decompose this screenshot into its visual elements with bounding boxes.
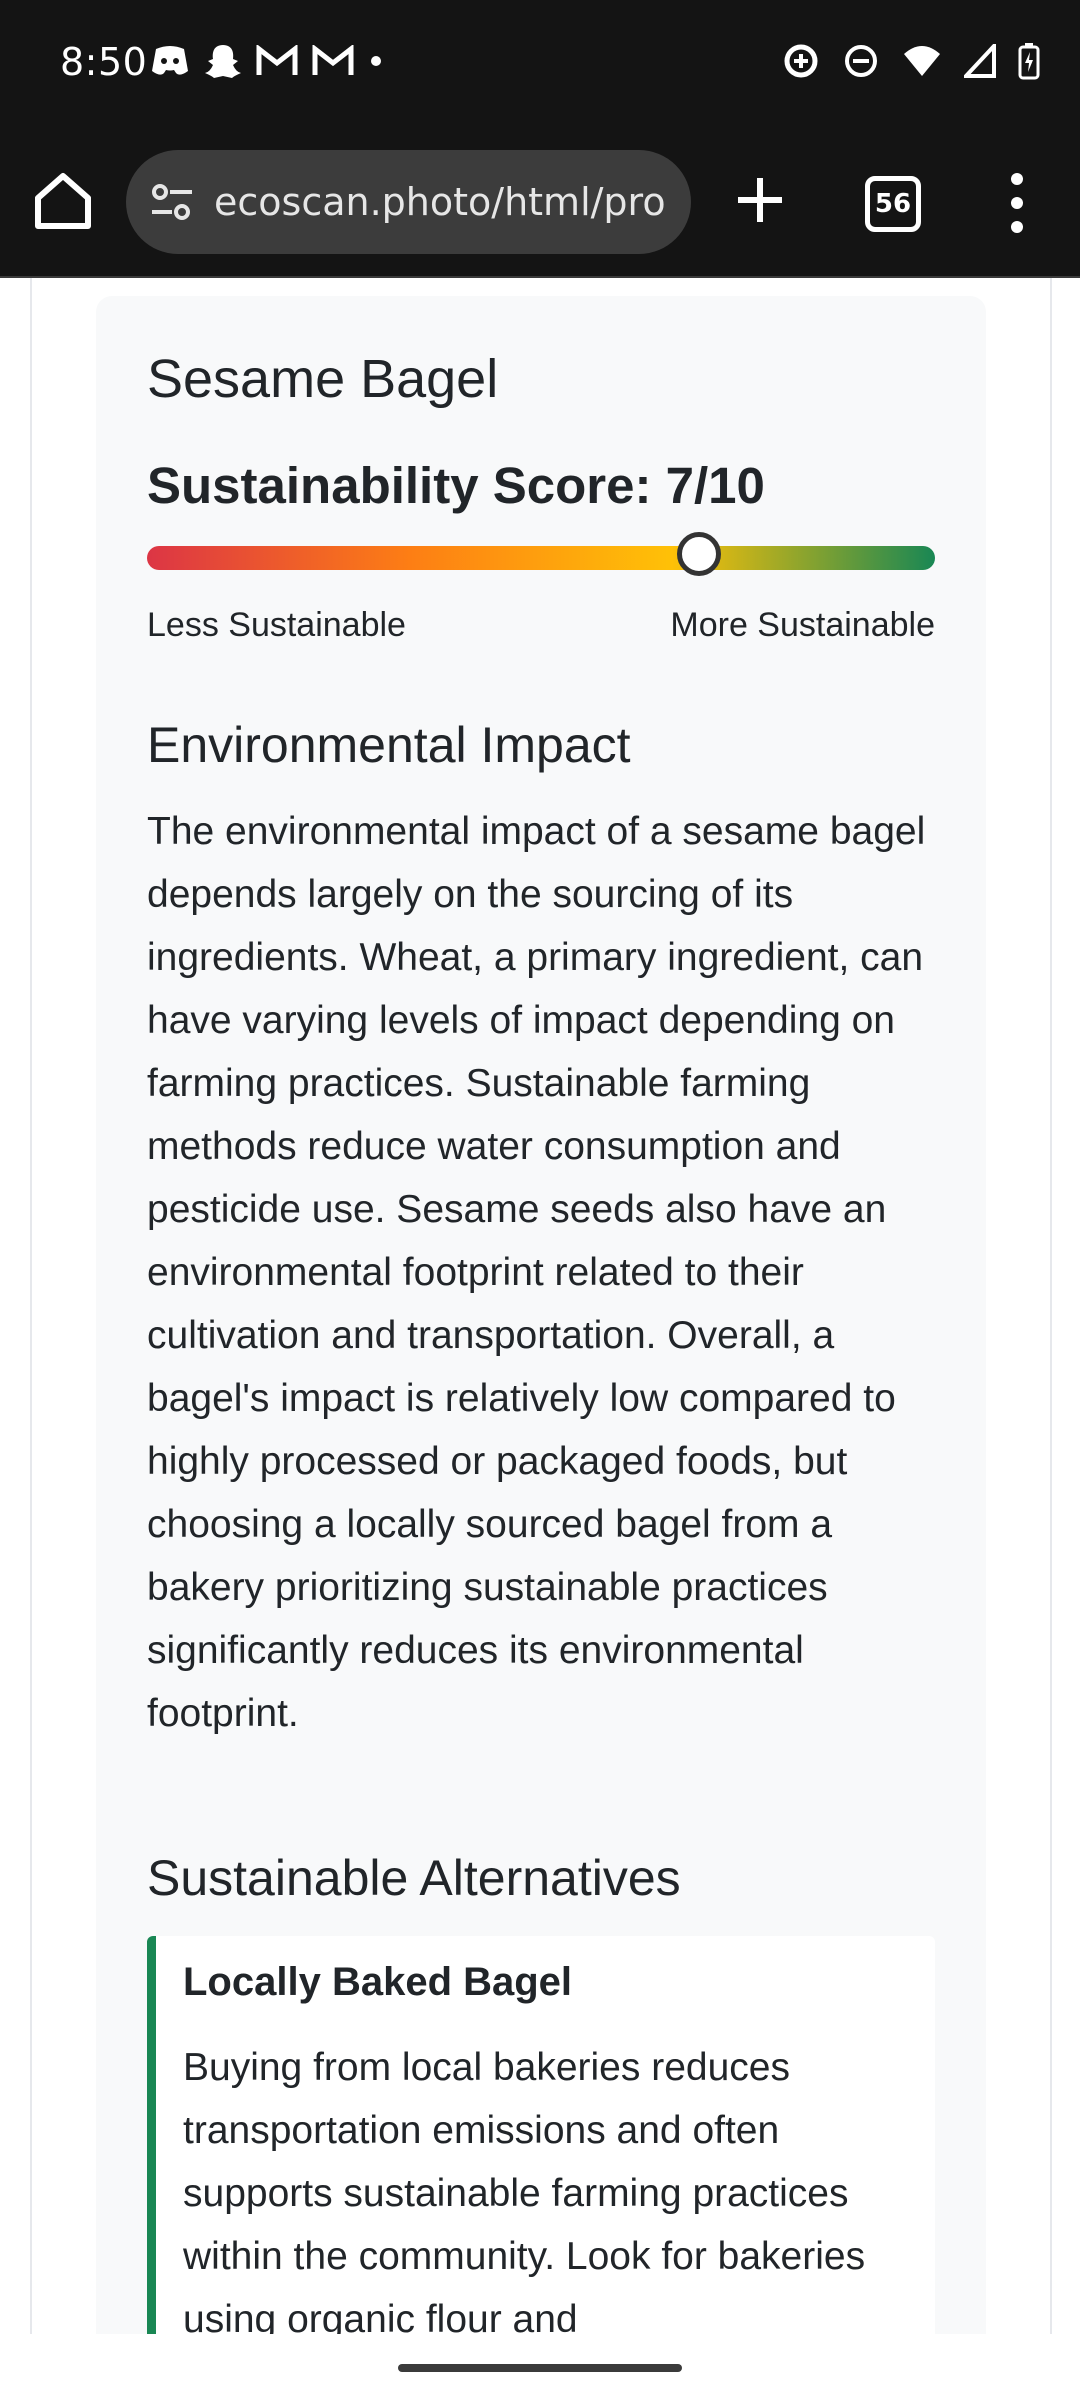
system-icons <box>782 42 1040 80</box>
wifi-icon <box>904 46 940 76</box>
more-vert-icon[interactable] <box>1010 170 1024 236</box>
do-not-disturb-icon <box>845 45 877 77</box>
plus-icon[interactable] <box>730 170 790 230</box>
product-card: Sesame Bagel Sustainability Score: 7/10 … <box>96 296 986 2334</box>
tabs-icon[interactable]: 56 <box>865 176 921 232</box>
sustainable-alternatives-heading: Sustainable Alternatives <box>147 1850 681 1906</box>
data-saver-icon <box>784 44 818 78</box>
slider-thumb <box>676 532 721 576</box>
container-border-right <box>1050 278 1052 2334</box>
page-content: Sesame Bagel Sustainability Score: 7/10 … <box>0 278 1080 2334</box>
environmental-impact-heading: Environmental Impact <box>147 717 631 773</box>
tab-count: 56 <box>874 189 912 219</box>
browser-toolbar: ecoscan.photo/html/pro 56 <box>0 130 1080 278</box>
container-border-left <box>30 278 32 2334</box>
navigation-bar <box>0 2334 1080 2400</box>
product-name: Sesame Bagel <box>147 349 499 409</box>
home-icon[interactable] <box>30 168 96 234</box>
gesture-handle[interactable] <box>398 2364 682 2372</box>
dot-icon <box>371 56 381 66</box>
alternative-title: Locally Baked Bagel <box>183 1960 573 2004</box>
status-bar: 8:50 <box>0 0 1080 130</box>
alternative-item: Locally Baked Bagel Buying from local ba… <box>147 1936 935 2334</box>
battery-charging-icon <box>1018 43 1040 80</box>
snapchat-icon <box>205 45 241 78</box>
signal-icon <box>964 44 996 78</box>
gmail-icon <box>256 45 298 75</box>
address-bar[interactable]: ecoscan.photo/html/pro <box>126 150 691 254</box>
tune-icon[interactable] <box>148 178 196 226</box>
url-text[interactable]: ecoscan.photo/html/pro <box>214 180 666 224</box>
scale-low-label: Less Sustainable <box>147 606 406 644</box>
sustainability-score: Sustainability Score: 7/10 <box>147 457 765 514</box>
gmail-icon <box>312 45 354 75</box>
score-slider <box>147 532 935 576</box>
notification-icons <box>150 42 384 80</box>
discord-icon <box>152 46 188 75</box>
alternative-text: Buying from local bakeries reduces trans… <box>183 2046 866 2334</box>
environmental-impact-text: The environmental impact of a sesame bag… <box>147 810 926 1735</box>
scale-high-label: More Sustainable <box>670 606 935 644</box>
status-time: 8:50 <box>60 40 148 84</box>
